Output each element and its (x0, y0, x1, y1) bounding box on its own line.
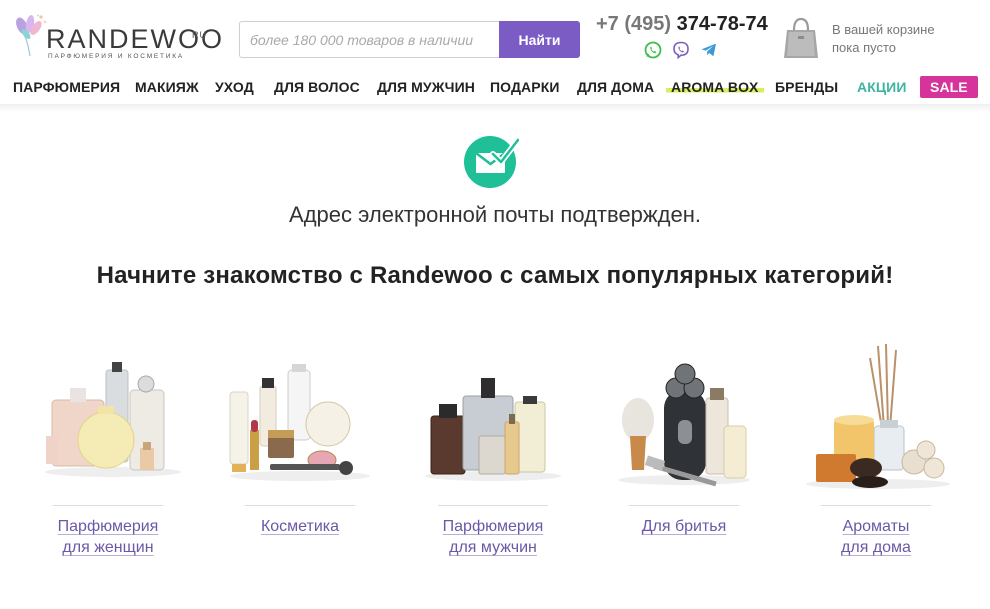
category-women-perfume[interactable]: Парфюмерия для женщин (18, 340, 198, 570)
category-divider (245, 505, 355, 506)
category-label-line2: для дома (841, 539, 911, 556)
search-button[interactable]: Найти (499, 21, 580, 58)
nav-item-perfumery[interactable]: ПАРФЮМЕРИЯ (13, 79, 120, 95)
category-label-line1: Для бритья (641, 518, 727, 535)
category-link-women-perfume[interactable]: Парфюмерия для женщин (18, 516, 198, 558)
telegram-icon[interactable] (700, 41, 718, 59)
nav-item-care[interactable]: УХОД (215, 79, 254, 95)
category-divider (821, 505, 931, 506)
nav-item-men[interactable]: ДЛЯ МУЖЧИН (377, 79, 475, 95)
phone-number[interactable]: +7 (495) 374-78-74 (596, 13, 768, 36)
home-fragrance-image (806, 343, 950, 489)
cart-status[interactable]: В вашей корзине пока пусто (832, 21, 952, 57)
phone-code: +7 (495) (596, 13, 672, 35)
email-confirmed-icon (464, 136, 519, 188)
nav-item-brands[interactable]: БРЕНДЫ (775, 79, 838, 95)
nav-item-aroma-box[interactable]: AROMA BOX (666, 79, 764, 95)
men-perfume-image (425, 378, 561, 481)
category-label-line1: Парфюмерия (442, 518, 544, 535)
search-form: Найти (239, 21, 580, 58)
messenger-links (644, 41, 718, 59)
site-header: RANDEWOO RU парфюмерия и косметика Найти… (0, 0, 990, 70)
category-link-shaving[interactable]: Для бритья (594, 516, 774, 537)
nav-item-makeup[interactable]: МАКИЯЖ (135, 79, 199, 95)
brand-tagline: парфюмерия и косметика (48, 53, 185, 60)
cart-status-line2: пока пусто (832, 40, 897, 55)
category-link-home-fragrance[interactable]: Ароматы для дома (786, 516, 966, 558)
main-navigation: ПАРФЮМЕРИЯ МАКИЯЖ УХОД ДЛЯ ВОЛОС ДЛЯ МУЖ… (0, 76, 990, 100)
category-divider (53, 505, 163, 506)
category-divider (438, 505, 548, 506)
nav-item-promotions[interactable]: АКЦИИ (857, 79, 907, 95)
nav-item-home[interactable]: ДЛЯ ДОМА (577, 79, 654, 95)
shopping-bag-icon[interactable] (782, 16, 820, 60)
category-label-line1: Ароматы (842, 518, 910, 535)
nav-item-sale[interactable]: SALE (920, 76, 978, 98)
nav-item-hair[interactable]: ДЛЯ ВОЛОС (274, 79, 360, 95)
category-label-line2: для женщин (62, 539, 154, 556)
cart-status-line1: В вашей корзине (832, 22, 935, 37)
phone-main: 374-78-74 (676, 13, 768, 35)
category-label-line1: Косметика (260, 518, 340, 535)
search-input[interactable] (239, 21, 501, 58)
category-cosmetics[interactable]: Косметика (210, 340, 390, 570)
category-shaving[interactable]: Для бритья (594, 340, 774, 570)
women-perfume-image (45, 362, 181, 477)
category-link-men-perfume[interactable]: Парфюмерия для мужчин (403, 516, 583, 558)
category-link-cosmetics[interactable]: Косметика (210, 516, 390, 537)
categories-headline: Начните знакомство с Randewoo с самых по… (96, 262, 894, 289)
confirmation-message: Адрес электронной почты подтвержден. (289, 202, 701, 227)
category-home-fragrance[interactable]: Ароматы для дома (786, 340, 966, 570)
category-label-line2: для мужчин (449, 539, 537, 556)
brand-logo[interactable]: RANDEWOO RU парфюмерия и косметика (16, 8, 222, 64)
category-men-perfume[interactable]: Парфюмерия для мужчин (403, 340, 583, 570)
whatsapp-icon[interactable] (644, 41, 662, 59)
shaving-image (618, 363, 750, 487)
flower-logo-icon (16, 14, 47, 57)
nav-divider (0, 104, 990, 112)
category-divider (629, 505, 739, 506)
brand-tld: RU (192, 30, 207, 40)
category-label-line1: Парфюмерия (57, 518, 159, 535)
nav-item-gifts[interactable]: ПОДАРКИ (490, 79, 560, 95)
cosmetics-image (229, 364, 370, 481)
viber-icon[interactable] (672, 41, 690, 59)
